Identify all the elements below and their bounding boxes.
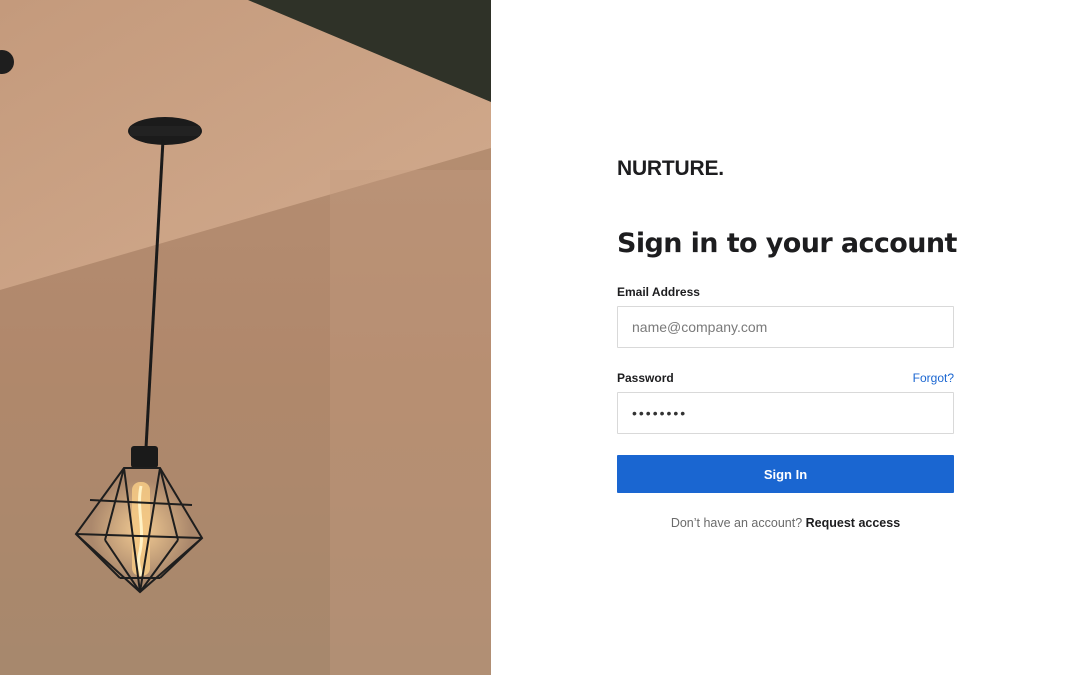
sign-in-button[interactable]: Sign In (617, 455, 954, 493)
hero-image (0, 0, 491, 675)
password-field[interactable] (617, 392, 954, 434)
email-field[interactable] (617, 306, 954, 348)
sign-in-panel: NURTURE. Sign in to your account Email A… (491, 0, 1080, 675)
pendant-lamp-illustration (0, 0, 491, 675)
email-label: Email Address (617, 285, 700, 299)
brand-logo: NURTURE. (617, 157, 724, 180)
page-title: Sign in to your account (617, 228, 957, 259)
no-account-text: Don’t have an account? (670, 516, 803, 530)
request-access-link[interactable]: Request access (806, 516, 901, 530)
request-access-row: Don’t have an account? Request access (617, 516, 954, 530)
forgot-password-link[interactable]: Forgot? (913, 371, 954, 385)
password-label: Password (617, 371, 674, 385)
